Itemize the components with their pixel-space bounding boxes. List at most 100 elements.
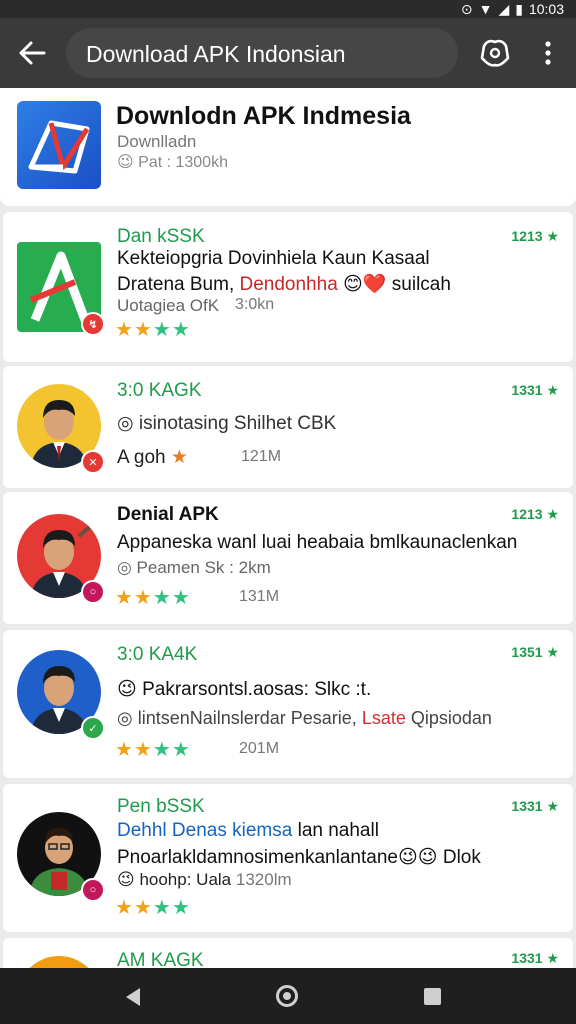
list-item[interactable]: ✕ 3:0 KAGK 1331 ★ ◎ isinotasing Shilhet … [3,366,573,488]
star-icon: ★ [115,897,133,919]
item-desc-line1: Dehhl Denas kiemsa lan nahall [117,820,379,842]
item-desc-line1: ◎ isinotasing Shilhet CBK [117,413,337,434]
rank-badge: 1213 ★ [511,506,559,522]
meta-text: ◎ Peamen Sk : [117,558,234,577]
list-item[interactable]: ○ Pen bSSK 1331 ★ Dehhl Denas kiemsa lan… [3,784,573,932]
item-size: 131M [239,588,280,605]
star-icon: ★ [133,319,152,341]
battery-icon: ▮ [515,0,523,17]
header-app-logo [17,101,101,189]
desc-highlight: Lsate [361,708,406,728]
alarm-icon: ⊙ [460,0,473,17]
item-title: 3:0 KAGK [117,380,202,401]
rank-badge: 1213 ★ [511,228,559,244]
back-arrow-icon[interactable] [18,40,46,66]
star-icon: ★ [171,897,190,919]
red-badge-icon: ✕ [81,450,105,474]
header-meta: 😉 Pat : 1300kh [117,154,228,171]
pink-badge-icon: ○ [81,878,105,902]
star-icon: ★ [152,319,171,341]
meta-text: A goh [117,447,166,468]
item-size: 3:0kn [235,296,275,313]
title-search-pill[interactable]: Download APK Indonsian [66,28,458,78]
status-time: 10:03 [528,1,564,17]
desc-part: lan nahall [292,820,379,841]
share-icon[interactable] [478,36,512,70]
desc-link[interactable]: Dehhl Denas kiemsa [117,820,292,841]
item-desc-line2: Dratena Bum, Dendonhha 😊❤️ suilcah [117,272,451,296]
origami-logo-icon [28,120,90,174]
rank-badge: 1351 ★ [511,644,559,660]
app-icon: ○ [17,812,105,902]
more-vert-icon[interactable] [538,40,558,66]
app-icon: ✓ [17,650,105,740]
star-icon: ★ [133,587,152,609]
wifi-icon: ▼ [478,1,493,17]
item-size: 1320lm [235,870,292,889]
item-desc-line2: ◎ lintsenNailnslerdar Pesarie, Lsate Qip… [117,708,492,729]
rating-stars: ★ ★ ★ ★ [115,588,190,608]
star-icon: ★ [171,319,190,341]
desc-part: Dratena Bum, [117,274,240,295]
app-bar: Download APK Indonsian [0,18,576,88]
rank-badge: 1331 ★ [511,382,559,398]
header-subtitle: Downlladn [117,132,197,151]
item-size: 121M [241,448,282,465]
app-icon: ↯ [17,242,105,336]
list-item[interactable]: ○ Denial APK 1213 ★ Appaneska wanl luai … [3,492,573,624]
star-icon: ★ [152,897,171,919]
rating-stars: ★ ★ ★ ★ [115,740,190,760]
star-icon: ★ [171,587,190,609]
item-meta: 😉 hoohp: Uala 1320lm [117,870,292,890]
star-icon: ★ [152,739,171,761]
pink-badge-icon: ○ [81,580,105,604]
nav-back-icon[interactable] [122,986,144,1008]
rank-badge: 1331 ★ [511,798,559,814]
rating-stars: ★ ★ ★ ★ [115,898,190,918]
star-icon: ★ [152,587,171,609]
star-icon: ★ [133,739,152,761]
item-desc-line1: Kekteiopgria Dovinhiela Kaun Kasaal [117,248,430,269]
rank-badge: 1331 ★ [511,950,559,966]
nav-home-icon[interactable] [276,985,298,1007]
signal-icon: ◢ [498,0,510,17]
item-desc-line1: 😉 Pakrarsontsl.aosas: Slkc :t. [117,679,372,700]
app-icon: ✕ [17,384,105,474]
star-icon: ★ [171,739,190,761]
item-title: Denial APK [117,504,219,525]
star-icon: ★ [115,739,133,761]
meta-text-2: 2km [238,558,271,577]
star-icon: ★ [115,587,133,609]
app-bar-title: Download APK Indonsian [86,41,346,67]
desc-highlight: Dendonhha [239,274,338,295]
star-icon: ★ [133,897,152,919]
star-icon: ★ [170,447,188,468]
item-meta: ◎ Peamen Sk : 2km [117,558,271,578]
item-title: Dan kSSK [117,226,205,247]
header-card: Downlodn APK Indmesia Downlladn 😉 Pat : … [0,88,576,206]
meta-text: 😉 hoohp: Uala [117,870,232,889]
item-title: Pen bSSK [117,796,205,817]
item-title: 3:0 KA4K [117,644,198,665]
status-icons: ⊙ ▼ ◢ ▮ 10:03 [461,0,564,18]
item-meta: A goh ★ [117,446,188,469]
green-badge-icon: ✓ [81,716,105,740]
desc-part: 😊❤️ suilcah [337,274,451,295]
status-bar: ⊙ ▼ ◢ ▮ 10:03 [0,0,576,18]
app-icon: ○ [17,514,105,604]
red-badge-icon: ↯ [81,312,105,336]
system-nav-bar [0,968,576,1024]
nav-recent-apps-icon[interactable] [424,988,441,1005]
item-desc-line2: Pnoarlakldamnosimenkanlantane😉😉 Dlok [117,847,481,868]
nav-home-dot [283,992,291,1000]
desc-part: Qipsiodan [405,708,492,728]
list-item[interactable]: ✓ 3:0 KA4K 1351 ★ 😉 Pakrarsontsl.aosas: … [3,630,573,778]
desc-part: ◎ lintsenNailnslerdar Pesarie, [117,708,362,728]
item-size: 201M [239,740,280,757]
item-meta: Uotagiea OfK [117,296,220,315]
star-icon: ★ [115,319,133,341]
header-title: Downlodn APK Indmesia [116,102,411,130]
list-item[interactable]: ↯ Dan kSSK 1213 ★ Kekteiopgria Dovinhiel… [3,212,573,362]
rating-stars: ★ ★ ★ ★ [115,320,190,340]
item-desc-line1: Appaneska wanl luai heabaia bmlkaunaclen… [117,532,518,553]
